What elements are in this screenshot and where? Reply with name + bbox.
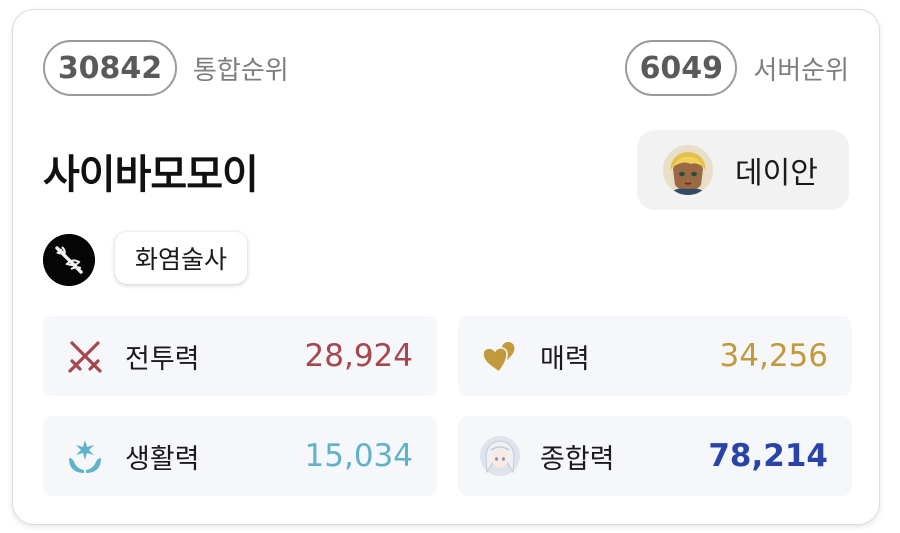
- stat-label: 전투력: [125, 343, 200, 375]
- stat-life-skill: 생활력 15,034: [43, 416, 437, 496]
- stat-label: 생활력: [125, 443, 200, 475]
- stat-value: 15,034: [304, 438, 413, 474]
- crossed-swords-icon: [65, 336, 105, 376]
- character-name: 사이바모모이: [43, 152, 259, 198]
- server-rank: 6049 서버순위: [625, 40, 849, 96]
- server-avatar-icon: [663, 145, 713, 195]
- stat-total-power: 종합력 78,214: [458, 416, 852, 496]
- stat-combat-power: 전투력 28,924: [43, 316, 437, 396]
- stat-label: 매력: [540, 343, 590, 375]
- server-chip[interactable]: 데이안: [637, 130, 849, 210]
- total-rank-label: 통합순위: [193, 55, 289, 86]
- total-rank: 30842 통합순위: [43, 40, 289, 96]
- character-card: 30842 통합순위 6049 서버순위 사이바모모이 데이안 화염술사 전투력…: [12, 9, 880, 525]
- stat-charm: 매력 34,256: [458, 316, 852, 396]
- server-rank-label: 서버순위: [753, 55, 849, 86]
- hearts-icon: [480, 336, 520, 376]
- flame-sorcerer-class-icon: [43, 234, 95, 286]
- server-rank-value: 6049: [625, 40, 738, 96]
- stat-value: 78,214: [708, 438, 828, 474]
- stat-label: 종합력: [540, 443, 615, 475]
- server-name: 데이안: [735, 156, 818, 191]
- character-portrait-icon: [480, 436, 520, 476]
- total-rank-value: 30842: [43, 40, 177, 96]
- stat-value: 28,924: [304, 338, 413, 374]
- hand-sparkle-icon: [65, 436, 105, 476]
- stat-value: 34,256: [719, 338, 828, 374]
- class-chip[interactable]: 화염술사: [115, 232, 248, 284]
